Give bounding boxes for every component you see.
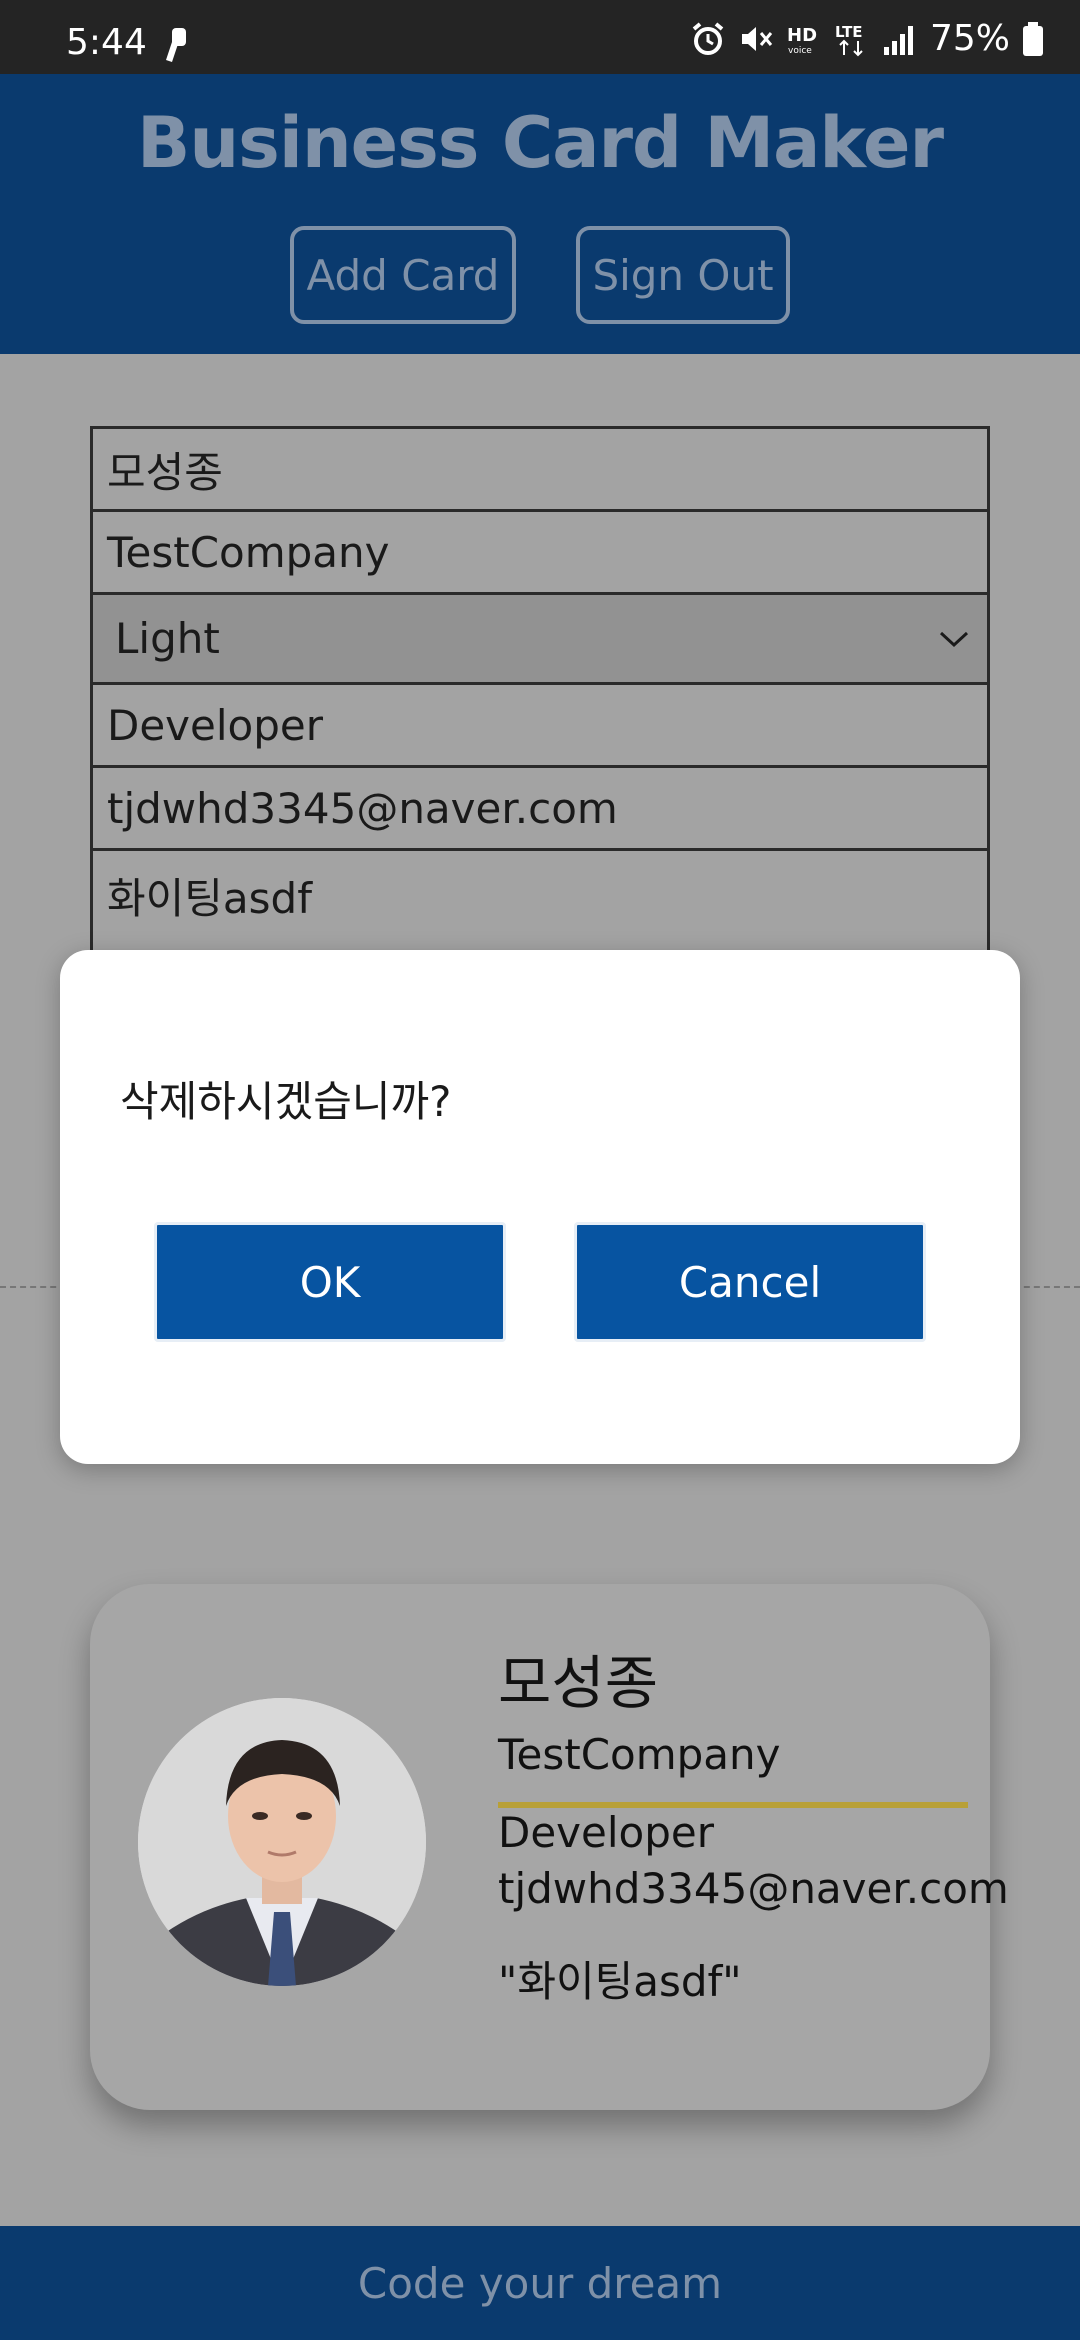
card-name: 모성종 bbox=[498, 1649, 659, 1717]
signal-icon bbox=[883, 25, 913, 55]
battery-icon bbox=[1023, 21, 1043, 56]
alarm-icon bbox=[692, 21, 724, 55]
app-footer: Code your dream bbox=[0, 2226, 1080, 2340]
sign-out-button[interactable]: Sign Out bbox=[576, 226, 790, 324]
add-card-button[interactable]: Add Card bbox=[290, 226, 516, 324]
theme-select-value: Light bbox=[115, 614, 220, 663]
theme-select[interactable]: Light bbox=[90, 592, 990, 682]
card-preview: 모성종 TestCompany Developer tjdwhd3345@nav… bbox=[90, 1584, 1009, 2110]
email-field[interactable]: tjdwhd3345@naver.com bbox=[90, 765, 990, 848]
avatar bbox=[138, 1698, 426, 1986]
svg-text:HD: HD bbox=[787, 25, 817, 46]
vpn-key-icon bbox=[166, 28, 186, 62]
status-bar: 5:44 HD voice LTE 75% bbox=[0, 0, 1080, 74]
lte-icon: LTE bbox=[835, 23, 863, 56]
card-company: TestCompany bbox=[498, 1730, 781, 1779]
svg-text:LTE: LTE bbox=[835, 23, 863, 41]
app-title: Business Card Maker bbox=[136, 102, 944, 184]
card-title: Developer bbox=[498, 1808, 715, 1857]
mute-icon bbox=[741, 26, 773, 51]
chevron-down-icon bbox=[939, 631, 969, 647]
card-message: "화이팅asdf" bbox=[498, 1957, 742, 2006]
cancel-button[interactable]: Cancel bbox=[574, 1222, 926, 1342]
dialog-message: 삭제하시겠습니까? bbox=[120, 1077, 452, 1126]
battery-percent: 75% bbox=[929, 18, 1010, 59]
app-header: Business Card Maker Add Card Sign Out bbox=[0, 74, 1080, 354]
svg-text:voice: voice bbox=[788, 46, 812, 56]
card-editor-form: 모성종 TestCompany Light Developer tjdwhd33… bbox=[90, 426, 990, 958]
message-field[interactable]: 화이팅asdf bbox=[90, 848, 990, 958]
name-field[interactable]: 모성종 bbox=[90, 426, 990, 509]
footer-text: Code your dream bbox=[357, 2258, 723, 2308]
ok-button[interactable]: OK bbox=[154, 1222, 506, 1342]
hd-voice-icon: HD voice bbox=[787, 25, 817, 56]
status-icons: HD voice LTE 75% bbox=[690, 18, 1044, 59]
company-field[interactable]: TestCompany bbox=[90, 509, 990, 592]
confirm-dialog: 삭제하시겠습니까? OK Cancel bbox=[60, 950, 1020, 1464]
card-email: tjdwhd3345@naver.com bbox=[498, 1864, 1009, 1913]
status-time: 5:44 bbox=[66, 22, 147, 63]
title-field[interactable]: Developer bbox=[90, 682, 990, 765]
profile-photo bbox=[138, 1698, 426, 1986]
